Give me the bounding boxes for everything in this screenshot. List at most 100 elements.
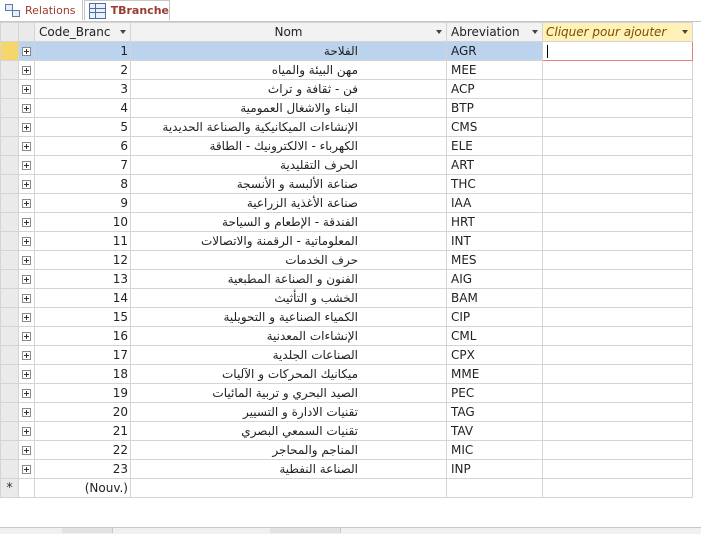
- expand-plus-icon[interactable]: [22, 47, 31, 56]
- cell-add-field[interactable]: [542, 155, 693, 175]
- expand-cell[interactable]: [18, 212, 35, 232]
- record-selector[interactable]: [0, 117, 19, 137]
- record-selector[interactable]: [0, 212, 19, 232]
- record-selector[interactable]: [0, 326, 19, 346]
- cell-code[interactable]: 19: [34, 383, 131, 403]
- table-row[interactable]: 22 المناجم والمحاجر MIC: [0, 440, 693, 460]
- expand-cell[interactable]: [18, 383, 35, 403]
- cell-nom[interactable]: فن - ثقافة و تراث: [130, 79, 447, 99]
- cell-abreviation[interactable]: BTP: [446, 98, 543, 118]
- table-row[interactable]: 14 الخشب و التأثيث BAM: [0, 288, 693, 308]
- expand-plus-icon[interactable]: [22, 313, 31, 322]
- table-row[interactable]: 4 البناء والاشغال العمومية BTP: [0, 98, 693, 118]
- cell-nom[interactable]: تقنيات السمعي البصري: [130, 421, 447, 441]
- expand-plus-icon[interactable]: [22, 370, 31, 379]
- cell-abreviation[interactable]: AIG: [446, 269, 543, 289]
- expand-cell[interactable]: [18, 60, 35, 80]
- cell-abreviation[interactable]: INP: [446, 459, 543, 479]
- column-header-add-field[interactable]: Cliquer pour ajouter: [542, 22, 693, 42]
- cell-add-field[interactable]: [542, 459, 693, 479]
- cell-nom[interactable]: الفنون و الصناعة المطبعية: [130, 269, 447, 289]
- chevron-down-icon[interactable]: [120, 30, 126, 34]
- cell-add-field[interactable]: [542, 41, 693, 61]
- cell-add-field[interactable]: [542, 307, 693, 327]
- expand-cell[interactable]: [18, 41, 35, 61]
- cell-nom[interactable]: الحرف التقليدية: [130, 155, 447, 175]
- expand-cell[interactable]: [18, 250, 35, 270]
- expand-plus-icon[interactable]: [22, 332, 31, 341]
- record-selector[interactable]: [0, 364, 19, 384]
- cell-nom[interactable]: تقنيات الادارة و التسيير: [130, 402, 447, 422]
- cell-nom[interactable]: الفلاحة: [130, 41, 447, 61]
- cell-abreviation[interactable]: ART: [446, 155, 543, 175]
- table-row[interactable]: 17 الصناعات الجلدية CPX: [0, 345, 693, 365]
- table-row[interactable]: 1 الفلاحة AGR: [0, 41, 693, 61]
- tab-relations[interactable]: Relations: [0, 0, 83, 20]
- cell-add-field[interactable]: [542, 212, 693, 232]
- cell-abreviation[interactable]: CPX: [446, 345, 543, 365]
- record-selector[interactable]: [0, 98, 19, 118]
- table-row[interactable]: 7 الحرف التقليدية ART: [0, 155, 693, 175]
- expand-cell[interactable]: [18, 421, 35, 441]
- cell-nom[interactable]: حرف الخدمات: [130, 250, 447, 270]
- record-selector[interactable]: [0, 250, 19, 270]
- cell-add-field-new[interactable]: [542, 478, 693, 498]
- cell-nom[interactable]: الفندقة - الإطعام و السياحة: [130, 212, 447, 232]
- cell-abreviation[interactable]: THC: [446, 174, 543, 194]
- cell-code[interactable]: 22: [34, 440, 131, 460]
- expand-cell[interactable]: [18, 193, 35, 213]
- table-row[interactable]: 16 الإنشاءات المعدنية CML: [0, 326, 693, 346]
- expand-cell[interactable]: [18, 345, 35, 365]
- table-row[interactable]: 6 الكهرباء - الالكترونيك - الطاقة ELE: [0, 136, 693, 156]
- record-selector[interactable]: [0, 60, 19, 80]
- cell-abreviation[interactable]: CMS: [446, 117, 543, 137]
- cell-code[interactable]: 15: [34, 307, 131, 327]
- cell-code[interactable]: 9: [34, 193, 131, 213]
- cell-code[interactable]: 6: [34, 136, 131, 156]
- cell-add-field[interactable]: [542, 440, 693, 460]
- expand-plus-icon[interactable]: [22, 294, 31, 303]
- cell-add-field[interactable]: [542, 117, 693, 137]
- cell-add-field[interactable]: [542, 345, 693, 365]
- column-header-code[interactable]: Code_Branc: [34, 22, 131, 42]
- expand-cell[interactable]: [18, 440, 35, 460]
- cell-code[interactable]: 13: [34, 269, 131, 289]
- table-row[interactable]: 9 صناعة الأغذية الزراعية IAA: [0, 193, 693, 213]
- cell-nom[interactable]: ميكانيك المحركات و الآليات: [130, 364, 447, 384]
- cell-abreviation[interactable]: ACP: [446, 79, 543, 99]
- expand-plus-icon[interactable]: [22, 199, 31, 208]
- cell-nom[interactable]: صناعة الأغذية الزراعية: [130, 193, 447, 213]
- expand-plus-icon[interactable]: [22, 104, 31, 113]
- cell-nom[interactable]: البناء والاشغال العمومية: [130, 98, 447, 118]
- record-selector[interactable]: [0, 402, 19, 422]
- cell-add-field[interactable]: [542, 174, 693, 194]
- cell-add-field[interactable]: [542, 231, 693, 251]
- chevron-down-icon[interactable]: [682, 30, 688, 34]
- cell-code[interactable]: 3: [34, 79, 131, 99]
- expand-plus-icon[interactable]: [22, 218, 31, 227]
- cell-nom[interactable]: الخشب و التأثيث: [130, 288, 447, 308]
- expand-plus-icon[interactable]: [22, 351, 31, 360]
- expand-plus-icon[interactable]: [22, 256, 31, 265]
- cell-add-field[interactable]: [542, 250, 693, 270]
- cell-abreviation[interactable]: CML: [446, 326, 543, 346]
- chevron-down-icon[interactable]: [532, 30, 538, 34]
- table-row[interactable]: 5 الإنشاءات الميكانيكية والصناعة الحديدية…: [0, 117, 693, 137]
- expand-cell[interactable]: [18, 326, 35, 346]
- cell-code[interactable]: 5: [34, 117, 131, 137]
- expand-plus-icon[interactable]: [22, 275, 31, 284]
- cell-add-field[interactable]: [542, 383, 693, 403]
- cell-abreviation[interactable]: HRT: [446, 212, 543, 232]
- cell-nom-new[interactable]: [130, 478, 447, 498]
- record-selector[interactable]: [0, 421, 19, 441]
- record-selector[interactable]: [0, 440, 19, 460]
- cell-code[interactable]: 14: [34, 288, 131, 308]
- table-row[interactable]: 21 تقنيات السمعي البصري TAV: [0, 421, 693, 441]
- table-row[interactable]: 20 تقنيات الادارة و التسيير TAG: [0, 402, 693, 422]
- cell-code[interactable]: 10: [34, 212, 131, 232]
- expand-cell[interactable]: [18, 402, 35, 422]
- cell-code[interactable]: 11: [34, 231, 131, 251]
- table-row[interactable]: 18 ميكانيك المحركات و الآليات MME: [0, 364, 693, 384]
- expand-plus-icon[interactable]: [22, 427, 31, 436]
- cell-abreviation[interactable]: CIP: [446, 307, 543, 327]
